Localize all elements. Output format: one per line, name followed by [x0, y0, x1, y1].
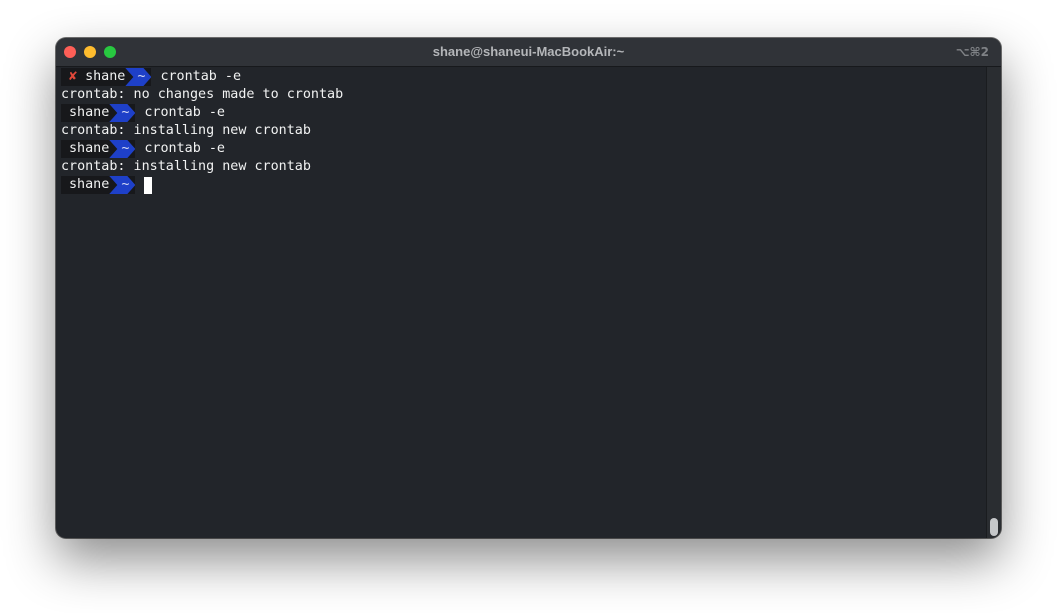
window-shortcut-label: ⌥⌘2: [955, 45, 989, 59]
text-cursor[interactable]: [144, 176, 153, 194]
error-status-icon: ✘: [69, 69, 78, 84]
prompt-user-segment: ✘ shane: [61, 68, 134, 86]
output-text: crontab: installing new crontab: [61, 159, 311, 174]
output-text: crontab: installing new crontab: [61, 123, 311, 138]
prompt-line: ✘ shane ~ crontab -e: [61, 68, 987, 86]
prompt-user: shane: [69, 105, 110, 120]
vertical-scrollbar[interactable]: [986, 67, 1001, 538]
prompt-user-segment: shane: [61, 176, 118, 194]
prompt-user: shane: [69, 177, 110, 192]
prompt-user: shane: [69, 141, 110, 156]
active-prompt-line[interactable]: shane ~: [61, 176, 987, 194]
output-text: crontab: no changes made to crontab: [61, 87, 344, 102]
prompt-line: shane ~ crontab -e: [61, 140, 987, 158]
output-line: crontab: no changes made to crontab: [61, 86, 987, 104]
title-bar: shane@shaneui-MacBookAir:~ ⌥⌘2: [56, 38, 1001, 67]
window-title: shane@shaneui-MacBookAir:~: [432, 44, 625, 59]
scrollbar-thumb[interactable]: [990, 518, 998, 536]
prompt-user-segment: shane: [61, 104, 118, 122]
command-text: crontab -e: [144, 141, 225, 156]
prompt-user: shane: [85, 69, 126, 84]
output-line: crontab: installing new crontab: [61, 158, 987, 176]
terminal-content[interactable]: ✘ shane ~ crontab -e crontab: no changes …: [56, 67, 987, 538]
command-text: crontab -e: [160, 69, 242, 84]
prompt-line: shane ~ crontab -e: [61, 104, 987, 122]
command-text: crontab -e: [144, 105, 225, 120]
prompt-user-segment: shane: [61, 140, 118, 158]
output-line: crontab: installing new crontab: [61, 122, 987, 140]
terminal-window: shane@shaneui-MacBookAir:~ ⌥⌘2 ✘ shane ~ …: [56, 38, 1001, 538]
